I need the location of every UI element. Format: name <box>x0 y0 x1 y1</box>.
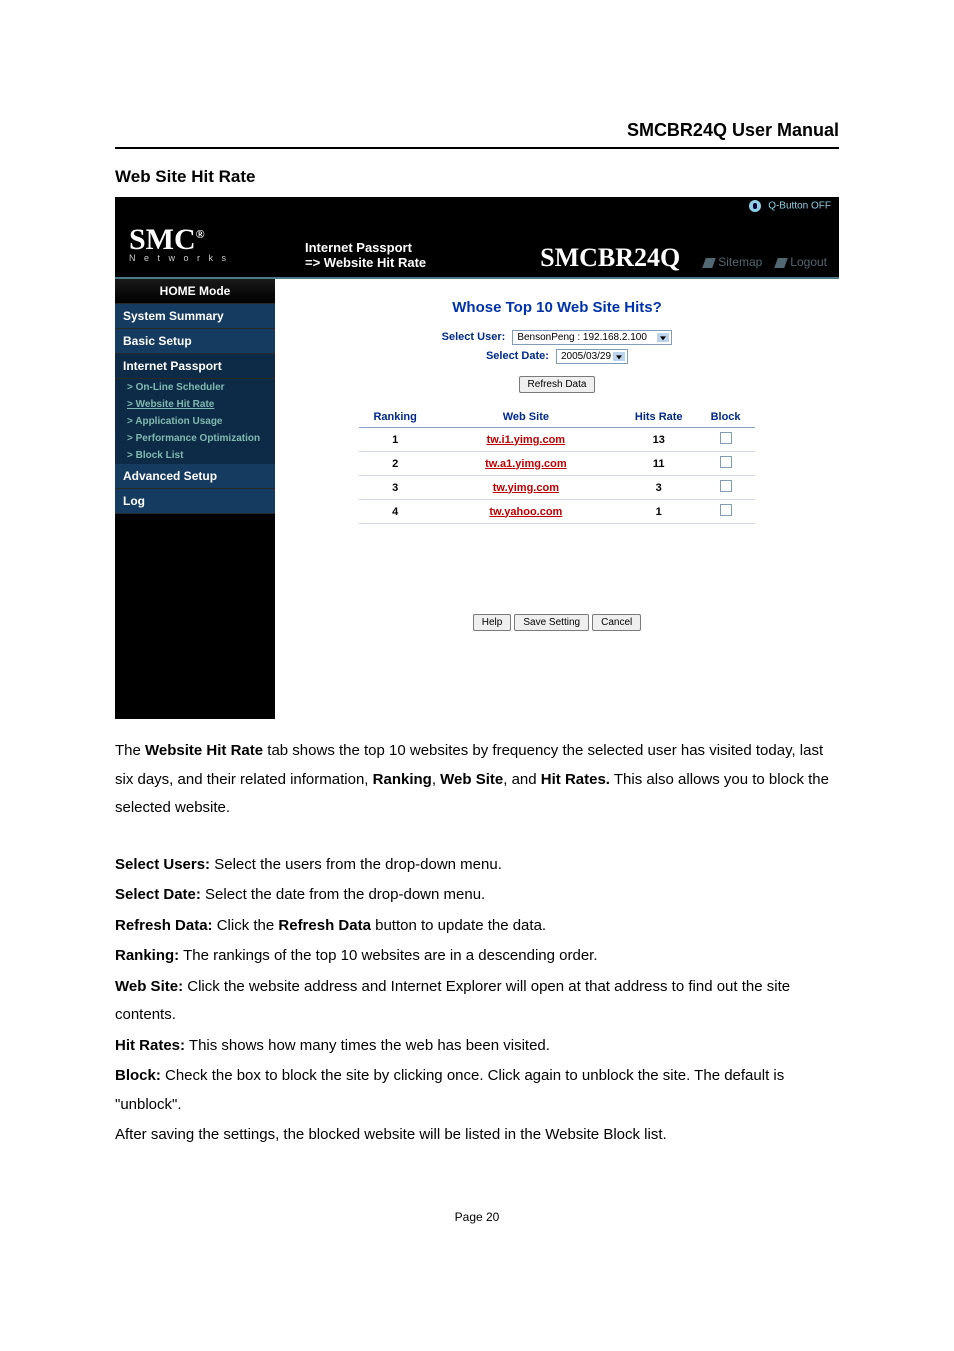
block-checkbox[interactable] <box>720 432 732 444</box>
select-users-line: Select Users: Select the users from the … <box>115 851 839 880</box>
ranking-line: Ranking: The rankings of the top 10 webs… <box>115 942 839 971</box>
breadcrumb-line2: => Website Hit Rate <box>305 255 426 271</box>
q-button-bar: Q-Button OFF <box>115 197 839 215</box>
block-checkbox[interactable] <box>720 456 732 468</box>
after-save-line: After saving the settings, the blocked w… <box>115 1121 839 1150</box>
block-checkbox[interactable] <box>720 480 732 492</box>
select-user-label: Select User: <box>442 331 506 343</box>
cell-hits: 3 <box>621 476 697 500</box>
cell-rank: 2 <box>359 452 430 476</box>
cancel-button[interactable]: Cancel <box>592 614 641 631</box>
table-row: 4 tw.yahoo.com 1 <box>359 500 754 524</box>
sidebar-sub-app-usage[interactable]: > Application Usage <box>115 413 275 430</box>
website-link[interactable]: tw.yahoo.com <box>489 506 562 518</box>
sidebar-item-advanced-setup[interactable]: Advanced Setup <box>115 464 275 489</box>
q-button-label: Q-Button OFF <box>768 201 831 212</box>
website-line: Web Site: Click the website address and … <box>115 973 839 1030</box>
refresh-data-line: Refresh Data: Click the Refresh Data but… <box>115 912 839 941</box>
product-name: SMCBR24Q <box>540 243 680 273</box>
select-date-line: Select Date: Select the date from the dr… <box>115 881 839 910</box>
col-block: Block <box>697 407 755 428</box>
select-date-dropdown[interactable]: 2005/03/29 <box>556 349 628 364</box>
cell-rank: 3 <box>359 476 430 500</box>
table-row: 3 tw.yimg.com 3 <box>359 476 754 500</box>
logo-reg: ® <box>196 227 205 241</box>
sidebar: HOME Mode System Summary Basic Setup Int… <box>115 279 275 719</box>
logout-link[interactable]: Logout <box>776 255 827 269</box>
logo-subtext: N e t w o r k s <box>129 253 265 263</box>
slash-icon <box>774 258 788 268</box>
page-number: Page 20 <box>115 1210 839 1224</box>
sidebar-item-basic-setup[interactable]: Basic Setup <box>115 329 275 354</box>
sidebar-sub-scheduler[interactable]: > On-Line Scheduler <box>115 379 275 396</box>
hits-table: Ranking Web Site Hits Rate Block 1 tw.i1… <box>359 407 754 524</box>
intro-paragraph: The Website Hit Rate tab shows the top 1… <box>115 737 839 823</box>
logo-text: SMC <box>129 223 196 256</box>
website-link[interactable]: tw.a1.yimg.com <box>485 458 567 470</box>
logo: SMC® N e t w o r k s <box>115 215 275 277</box>
cell-rank: 4 <box>359 500 430 524</box>
hitrates-line: Hit Rates: This shows how many times the… <box>115 1032 839 1061</box>
router-ui-screenshot: Q-Button OFF SMC® N e t w o r k s Intern… <box>115 197 839 719</box>
select-date-label: Select Date: <box>486 350 549 362</box>
sidebar-item-summary[interactable]: System Summary <box>115 304 275 329</box>
sitemap-link[interactable]: Sitemap <box>704 255 762 269</box>
sidebar-sub-block-list[interactable]: > Block List <box>115 447 275 464</box>
breadcrumb-line1: Internet Passport <box>305 240 426 256</box>
refresh-data-button[interactable]: Refresh Data <box>519 376 596 393</box>
cell-hits: 13 <box>621 428 697 452</box>
help-button[interactable]: Help <box>473 614 512 631</box>
sidebar-item-internet-passport[interactable]: Internet Passport <box>115 354 275 379</box>
sidebar-item-log[interactable]: Log <box>115 489 275 514</box>
cell-hits: 1 <box>621 500 697 524</box>
cell-rank: 1 <box>359 428 430 452</box>
slash-icon <box>702 258 716 268</box>
manual-title: SMCBR24Q User Manual <box>115 120 839 147</box>
sidebar-sub-performance[interactable]: > Performance Optimization <box>115 430 275 447</box>
save-setting-button[interactable]: Save Setting <box>514 614 589 631</box>
table-row: 1 tw.i1.yimg.com 13 <box>359 428 754 452</box>
breadcrumb: Internet Passport => Website Hit Rate <box>305 240 426 271</box>
website-link[interactable]: tw.yimg.com <box>493 482 559 494</box>
title-divider <box>115 147 839 149</box>
content-title: Whose Top 10 Web Site Hits? <box>297 299 817 316</box>
section-title: Web Site Hit Rate <box>115 167 839 187</box>
q-button-icon[interactable] <box>749 200 761 212</box>
block-line: Block: Check the box to block the site b… <box>115 1062 839 1119</box>
document-body: The Website Hit Rate tab shows the top 1… <box>115 737 839 1150</box>
select-user-dropdown[interactable]: BensonPeng : 192.168.2.100 <box>512 330 672 345</box>
table-row: 2 tw.a1.yimg.com 11 <box>359 452 754 476</box>
cell-hits: 11 <box>621 452 697 476</box>
col-website: Web Site <box>431 407 621 428</box>
col-hits-rate: Hits Rate <box>621 407 697 428</box>
block-checkbox[interactable] <box>720 504 732 516</box>
website-link[interactable]: tw.i1.yimg.com <box>487 434 565 446</box>
sidebar-item-home[interactable]: HOME Mode <box>115 279 275 304</box>
content-area: Whose Top 10 Web Site Hits? Select User:… <box>275 279 839 719</box>
sidebar-sub-hit-rate[interactable]: > Website Hit Rate <box>115 396 275 413</box>
col-ranking: Ranking <box>359 407 430 428</box>
